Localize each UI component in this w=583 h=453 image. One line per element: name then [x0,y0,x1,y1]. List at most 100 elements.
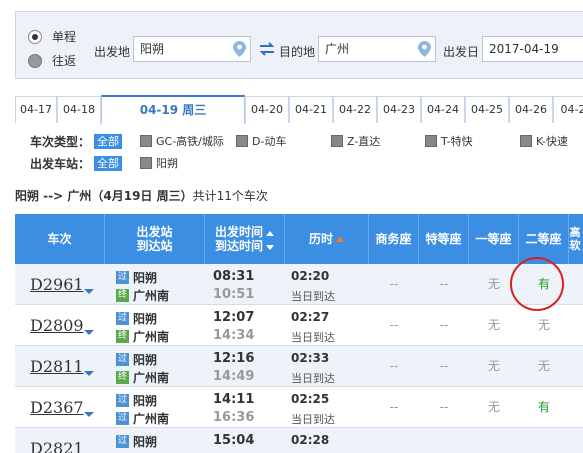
train-number[interactable]: D2821 [30,439,84,453]
to-station-name: 广州南 [133,289,170,303]
pass-badge: 过 [116,435,129,448]
pass-badge: 过 [116,394,129,407]
seat-second[interactable]: 有 [519,387,569,428]
filter-station-yangshuo[interactable]: 阳朔 [140,155,178,171]
dep-time: 08:31 [213,269,255,284]
table-row[interactable]: D2809 过阳朔 终广州南 12:07 14:34 02:27 当日到达 --… [15,305,583,346]
to-input[interactable]: 广州 [318,36,436,62]
filter-type-gc[interactable]: GC-高铁/城际 [140,133,224,149]
arr-time: 10:51 [213,287,255,302]
tab-date[interactable]: 04-24 [421,96,465,123]
checkbox[interactable] [425,135,437,147]
duration: 02:20 [291,269,330,283]
tab-date[interactable]: 04-21 [289,96,333,123]
chevron-down-icon[interactable] [84,330,94,335]
train-number[interactable]: D2367 [30,398,84,417]
checkbox[interactable] [140,157,152,169]
arrival-day: 当日到达 [291,331,335,344]
train-number[interactable]: D2811 [30,357,84,376]
from-station-name: 阳朔 [133,353,158,367]
seat-first: 无 [487,359,500,373]
terminal-badge: 终 [116,289,129,302]
col-more: 高软 [569,214,583,264]
tab-date[interactable]: 04-22 [333,96,377,123]
tab-date[interactable]: 04-26 [509,96,553,123]
terminal-badge: 终 [116,330,129,343]
arrival-day: 当日到达 [291,413,335,426]
col-time-arr[interactable]: 到达时间 [215,239,263,253]
tab-date[interactable]: 04-2 [553,96,583,123]
checkbox[interactable] [520,135,532,147]
from-input[interactable]: 阳朔 [133,36,251,62]
arrival-day: 当日到达 [291,290,335,303]
filter-label: GC-高铁/城际 [156,135,224,148]
trip-roundtrip[interactable]: 往返 [28,52,76,69]
tab-date[interactable]: 04-20 [245,96,289,123]
pass-badge: 过 [116,312,129,325]
oneway-label: 单程 [52,30,77,44]
chevron-down-icon[interactable] [84,371,94,376]
chevron-down-icon[interactable] [84,412,94,417]
seat-second: 无 [537,318,550,332]
train-number[interactable]: D2961 [30,275,84,294]
filter-type-d[interactable]: D-动车 [236,133,286,149]
seat-first: 无 [487,318,500,332]
col-duration[interactable]: 历时 [285,214,369,264]
checkbox[interactable] [331,135,343,147]
col-duration-label[interactable]: 历时 [309,232,333,246]
sort-asc-icon[interactable] [336,236,344,242]
from-label: 出发地 [94,45,131,59]
checkbox[interactable] [140,135,152,147]
tab-date[interactable]: 04-18 [57,96,101,123]
train-number[interactable]: D2809 [30,316,84,335]
station-filter: 出发车站： 全部 [30,155,130,172]
from-station-name: 阳朔 [133,312,158,326]
table-row[interactable]: D2821 过阳朔 15:04 02:28 [15,428,583,453]
duration: 02:28 [291,433,330,447]
oneway-radio[interactable] [28,29,42,44]
filter-type-t[interactable]: T-特快 [425,133,473,149]
filter-type-k[interactable]: K-快速 [520,133,568,149]
sort-asc-icon[interactable] [266,231,274,236]
col-train: 车次 [15,214,105,264]
dep-time: 14:11 [213,392,255,407]
roundtrip-radio[interactable] [28,53,42,68]
from-station: 过阳朔 [116,269,157,286]
tab-date[interactable]: 04-23 [377,96,421,123]
trip-oneway[interactable]: 单程 [28,28,76,45]
col-time[interactable]: 出发时间 到达时间 [205,214,285,264]
chevron-down-icon[interactable] [84,289,94,294]
tab-date[interactable]: 04-17 [15,96,57,123]
checkbox[interactable] [236,135,248,147]
filter-label: T-特快 [441,135,473,148]
swap-icon[interactable] [259,41,275,57]
date-label: 出发日 [443,45,480,59]
table-header: 车次 出发站 到达站 出发时间 到达时间 历时 商务座 特等座 一等座 二等座 高… [15,214,583,264]
seat-business: -- [389,359,399,373]
highlight-circle [510,257,564,311]
col-station-to: 到达站 [136,239,173,253]
tab-date[interactable]: 04-25 [465,96,509,123]
filter-type-z[interactable]: Z-直达 [331,133,380,149]
duration: 02:33 [291,351,330,365]
arr-time: 14:34 [213,328,255,343]
train-type-all-button[interactable]: 全部 [94,134,123,149]
sort-desc-icon[interactable] [266,245,274,250]
table-row[interactable]: D2811 过阳朔 终广州南 12:16 14:49 02:33 当日到达 --… [15,346,583,387]
to-station-name: 广州南 [133,330,170,344]
col-time-dep[interactable]: 出发时间 [215,225,263,239]
tab-date-selected[interactable]: 04-19 周三 [101,95,245,124]
seat-special: -- [439,359,449,373]
col-first-label: 一等座 [475,232,512,246]
dep-time: 15:04 [213,433,255,448]
dep-time: 12:16 [213,351,255,366]
date-input[interactable]: 2017-04-19 [482,36,583,62]
table-row[interactable]: D2961 过阳朔 终广州南 08:31 10:51 02:20 当日到达 --… [15,264,583,305]
table-row[interactable]: D2367 过阳朔 过广州南 14:11 16:36 02:25 当日到达 --… [15,387,583,428]
station-all-button[interactable]: 全部 [94,156,123,171]
col-business-label: 商务座 [375,232,412,246]
col-more-label: 高软 [569,226,581,252]
seat-business: -- [389,400,399,414]
to-station: 终广州南 [116,369,169,386]
seat-business: -- [389,318,399,332]
